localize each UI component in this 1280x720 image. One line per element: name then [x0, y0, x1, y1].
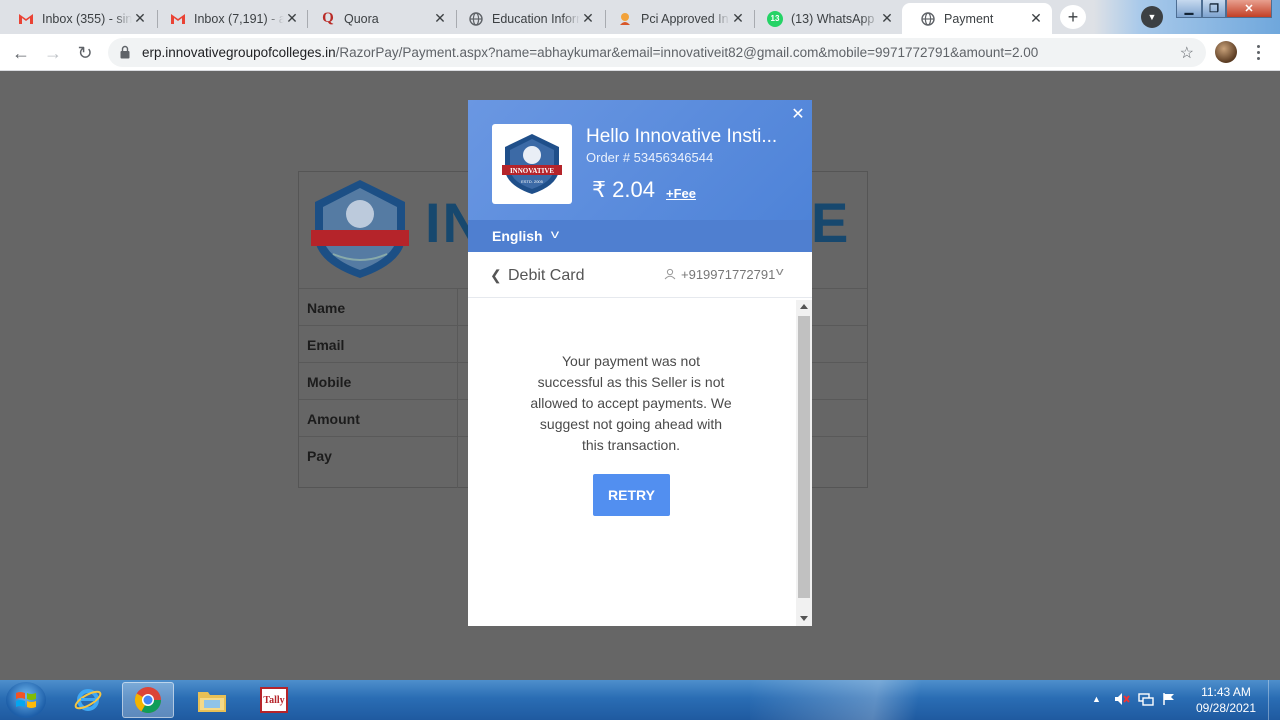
whatsapp-icon: 13: [767, 10, 783, 27]
tab-title: Payment: [944, 11, 994, 26]
payment-amount: ₹ 2.04: [592, 177, 655, 202]
scroll-thumb[interactable]: [798, 316, 810, 598]
tab-education-info[interactable]: Education Inform ✕: [450, 3, 604, 34]
browser-toolbar: ← → ↻ erp.innovativegroupofcolleges.in/R…: [0, 34, 1280, 71]
user-icon: [664, 268, 676, 280]
chevron-down-icon: v: [550, 227, 560, 241]
logo-established: ESTD. 2005: [521, 179, 544, 184]
tab-title: Inbox (355) - sin: [42, 11, 132, 26]
lock-icon: [120, 45, 130, 59]
error-message: Your payment was not successful as this …: [530, 353, 732, 453]
gmail-icon: [18, 11, 34, 27]
close-tab-icon[interactable]: ✕: [730, 10, 746, 27]
contact-phone[interactable]: +919971772791: [681, 267, 775, 282]
checkout-header: ✕ INNOVATIVE ESTD. 2005 Hello Innovative…: [468, 100, 812, 220]
address-bar[interactable]: erp.innovativegroupofcolleges.in/RazorPa…: [108, 38, 1206, 67]
form-label: Amount: [307, 411, 360, 427]
close-tab-icon[interactable]: ✕: [132, 10, 148, 27]
tally-icon[interactable]: Tally: [248, 682, 300, 718]
gmail-icon: [170, 11, 186, 27]
show-hidden-icons-icon[interactable]: ▲: [1092, 694, 1101, 704]
volume-muted-icon[interactable]: [1114, 692, 1130, 709]
reload-icon[interactable]: ↻: [72, 40, 98, 66]
globe-icon: [468, 11, 484, 27]
bookmark-star-icon[interactable]: ☆: [1180, 43, 1194, 63]
globe-icon: [920, 11, 936, 27]
tab-search-icon[interactable]: ▼: [1141, 6, 1163, 28]
windows-start-button[interactable]: [6, 682, 46, 718]
form-label: Pay: [307, 448, 332, 464]
tab-title: Inbox (7,191) - a: [194, 11, 284, 26]
new-tab-button[interactable]: +: [1060, 5, 1086, 29]
tab-gmail-inbox-1[interactable]: Inbox (355) - sin ✕: [0, 3, 156, 34]
fee-link[interactable]: +Fee: [666, 186, 696, 201]
internet-explorer-icon[interactable]: [62, 682, 114, 718]
chrome-icon[interactable]: [122, 682, 174, 718]
tab-quora[interactable]: Q Quora ✕: [302, 3, 456, 34]
tab-title: Quora: [344, 11, 379, 26]
back-arrow-icon[interactable]: ←: [8, 40, 34, 66]
scroll-down-icon[interactable]: [800, 616, 808, 621]
form-label: Mobile: [307, 374, 352, 390]
payment-status-panel: Your payment was not successful as this …: [468, 298, 794, 626]
retry-button[interactable]: RETRY: [593, 474, 670, 516]
form-label: Email: [307, 337, 345, 353]
quora-icon: Q: [322, 10, 334, 26]
show-desktop-button[interactable]: [1268, 680, 1280, 720]
close-tab-icon[interactable]: ✕: [432, 10, 448, 27]
college-logo: [311, 180, 409, 278]
order-number: Order # 53456346544: [586, 150, 714, 165]
forward-arrow-icon[interactable]: →: [40, 40, 66, 66]
clock-date: 09/28/2021: [1195, 701, 1257, 715]
payment-method-bar: ❮ Debit Card +919971772791 v: [468, 252, 812, 298]
college-brand-text-end: E: [811, 191, 849, 254]
close-window-button[interactable]: ✕: [1226, 0, 1272, 18]
merchant-name: Hello Innovative Insti...: [586, 126, 778, 147]
close-tab-icon[interactable]: ✕: [284, 10, 300, 27]
scroll-up-icon[interactable]: [800, 304, 808, 309]
network-icon[interactable]: [1138, 692, 1154, 709]
logo-wordmark: INNOVATIVE: [510, 167, 554, 175]
tab-payment[interactable]: Payment ✕: [902, 3, 1052, 34]
close-tab-icon[interactable]: ✕: [580, 10, 596, 27]
browser-menu-icon[interactable]: [1250, 41, 1266, 63]
action-center-flag-icon[interactable]: [1162, 692, 1176, 709]
clock-time: 11:43 AM: [1201, 685, 1251, 699]
language-label: English: [492, 228, 543, 244]
chevron-down-icon[interactable]: v: [776, 266, 784, 278]
payment-method-title: Debit Card: [508, 267, 585, 284]
url-text: erp.innovativegroupofcolleges.in/RazorPa…: [142, 45, 1039, 60]
tab-title: (13) WhatsApp: [791, 11, 875, 26]
file-explorer-icon[interactable]: [186, 682, 238, 718]
profile-avatar[interactable]: [1215, 41, 1237, 63]
chevron-left-icon[interactable]: ❮: [490, 267, 502, 284]
merchant-logo: INNOVATIVE ESTD. 2005: [492, 124, 572, 204]
windows-taskbar: Tally ▲ 11:43 AM 09/28/2021: [0, 680, 1280, 720]
close-tab-icon[interactable]: ✕: [1028, 10, 1044, 27]
system-clock[interactable]: 11:43 AM 09/28/2021: [1188, 684, 1264, 716]
language-selector[interactable]: English v: [468, 220, 812, 252]
minimize-button[interactable]: ▁: [1176, 0, 1202, 18]
maximize-button[interactable]: ❐: [1202, 0, 1226, 18]
modal-scrollbar[interactable]: [796, 300, 812, 626]
close-icon[interactable]: ✕: [790, 106, 806, 123]
tab-gmail-inbox-2[interactable]: Inbox (7,191) - a ✕: [152, 3, 308, 34]
razorpay-checkout-modal: ✕ INNOVATIVE ESTD. 2005 Hello Innovative…: [468, 100, 812, 626]
windows-logo-icon: [16, 692, 36, 708]
browser-tab-strip: Inbox (355) - sin ✕ Inbox (7,191) - a ✕ …: [0, 0, 1280, 34]
tab-pci-approved[interactable]: Pci Approved In ✕: [599, 3, 754, 34]
pci-icon: [617, 11, 633, 27]
close-tab-icon[interactable]: ✕: [879, 10, 895, 27]
form-label: Name: [307, 300, 346, 316]
tab-title: Pci Approved In: [641, 11, 729, 26]
tab-whatsapp[interactable]: 13 (13) WhatsApp ✕: [749, 3, 903, 34]
tab-title: Education Inform: [492, 11, 580, 26]
